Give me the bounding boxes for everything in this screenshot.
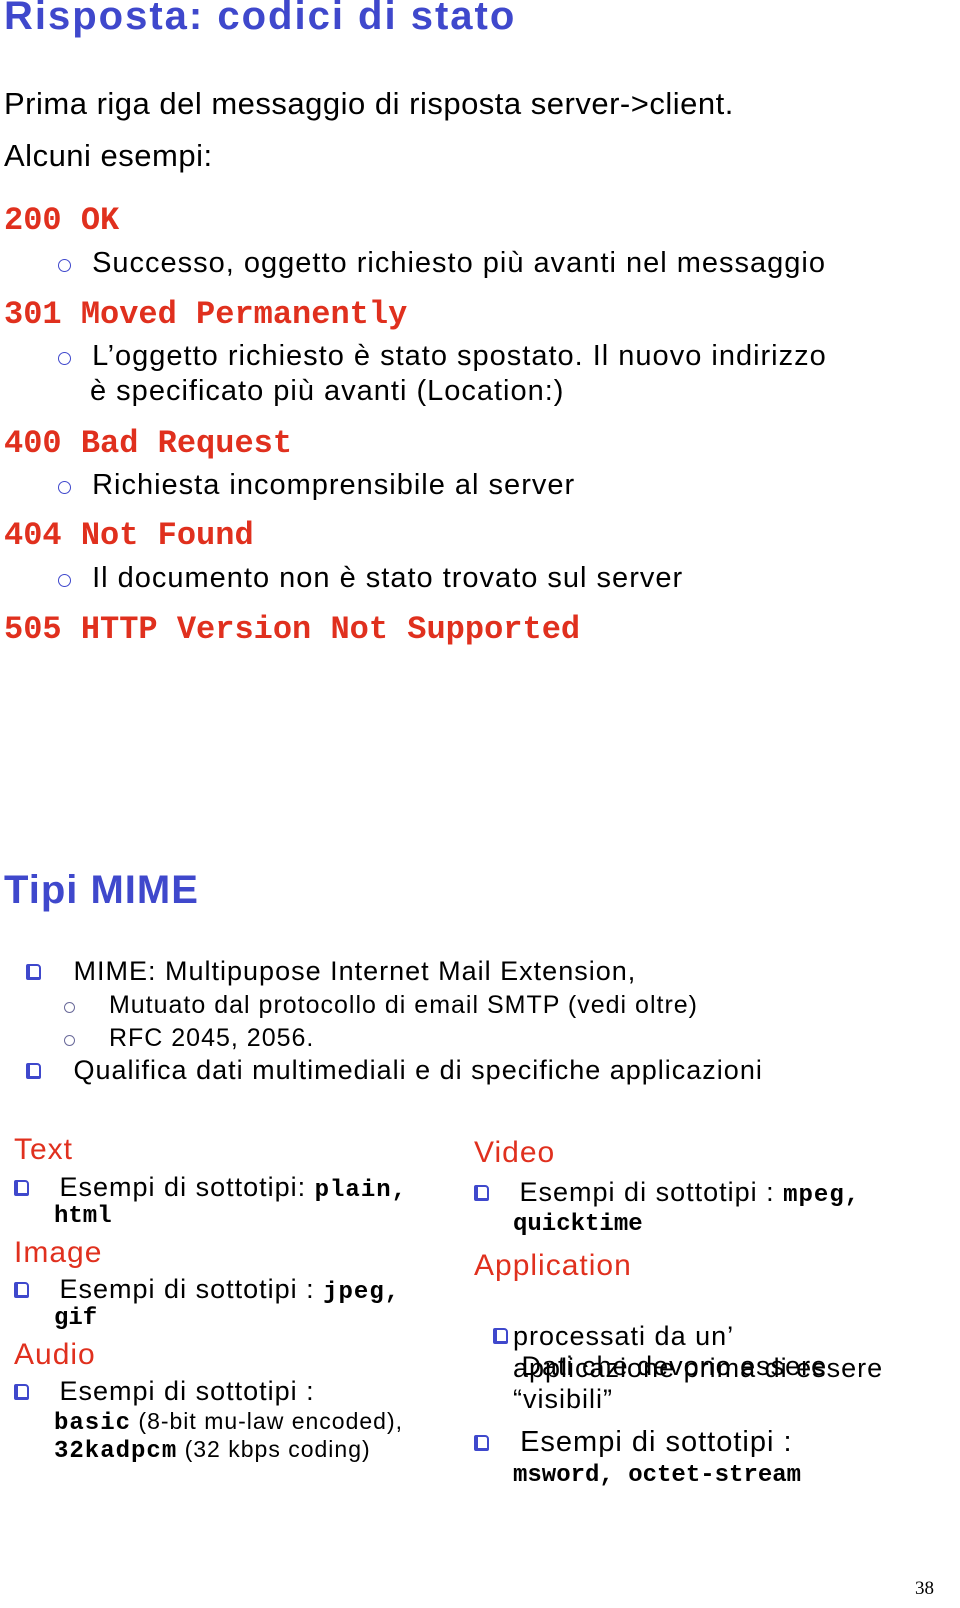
video-subtypes: Esempi di sottotipi : mpeg, xyxy=(474,1177,860,1209)
audio-subtypes-line2: basic (8-bit mu-law encoded), xyxy=(54,1408,404,1437)
text-subtypes: Esempi di sottotipi: plain, xyxy=(14,1172,407,1204)
category-text: Text xyxy=(14,1133,74,1166)
image-subtypes: Esempi di sottotipi : jpeg, xyxy=(14,1274,400,1306)
square-bullet-icon xyxy=(14,1180,29,1196)
application-desc-line3: applicazione prima di essere xyxy=(513,1353,884,1383)
square-bullet-icon xyxy=(14,1384,29,1400)
circle-bullet-icon xyxy=(58,352,71,365)
status-code-400: 400 Bad Request xyxy=(4,425,293,462)
circle-bullet-icon xyxy=(58,259,71,272)
status-desc-301-cont: è specificato più avanti (Location:) xyxy=(90,375,565,407)
circle-bullet-icon xyxy=(64,1002,75,1013)
application-desc-line4: “visibili” xyxy=(513,1384,613,1414)
application-subtypes: Esempi di sottotipi : xyxy=(474,1426,793,1459)
application-desc-line2: processati da un’ xyxy=(513,1321,735,1351)
mime-bullet-1: MIME: Multipupose Internet Mail Extensio… xyxy=(26,956,636,987)
intro-line-1: Prima riga del messaggio di risposta ser… xyxy=(4,86,734,121)
category-image: Image xyxy=(14,1236,103,1269)
square-bullet-icon xyxy=(493,1328,509,1344)
status-desc-200: Successo, oggetto richiesto più avanti n… xyxy=(58,247,826,280)
image-subtypes-cont: gif xyxy=(54,1305,98,1332)
square-bullet-icon xyxy=(26,964,41,980)
slide-title-status-codes: Risposta: codici di stato xyxy=(4,0,517,38)
text-subtypes-cont: html xyxy=(54,1203,112,1230)
status-desc-404: Il documento non è stato trovato sul ser… xyxy=(58,562,683,595)
square-bullet-icon xyxy=(474,1435,489,1451)
mime-bullet-2: Qualifica dati multimediali e di specifi… xyxy=(26,1055,763,1086)
status-code-301: 301 Moved Permanently xyxy=(4,296,408,333)
intro-line-2: Alcuni esempi: xyxy=(4,138,213,173)
status-code-200: 200 OK xyxy=(4,202,120,239)
audio-subtypes-line3: 32kadpcm (32 kbps coding) xyxy=(54,1436,371,1465)
status-desc-400: Richiesta incomprensibile al server xyxy=(58,469,575,502)
page-number: 38 xyxy=(915,1578,934,1599)
mime-sub-2: RFC 2045, 2056. xyxy=(64,1024,314,1053)
circle-bullet-icon xyxy=(64,1035,75,1046)
mime-sub-1: Mutuato dal protocollo di email SMTP (ve… xyxy=(64,991,698,1020)
circle-bullet-icon xyxy=(58,481,71,494)
status-code-505: 505 HTTP Version Not Supported xyxy=(4,611,581,648)
square-bullet-icon xyxy=(14,1282,29,1298)
square-bullet-icon xyxy=(474,1185,489,1201)
category-video: Video xyxy=(474,1136,556,1169)
square-bullet-icon xyxy=(26,1063,41,1079)
category-application: Application xyxy=(474,1249,632,1282)
video-subtypes-cont: quicktime xyxy=(513,1211,643,1238)
slide-title-mime: Tipi MIME xyxy=(4,868,199,912)
audio-subtypes: Esempi di sottotipi : xyxy=(14,1376,315,1407)
circle-bullet-icon xyxy=(58,574,71,587)
category-audio: Audio xyxy=(14,1338,96,1371)
application-subtypes-cont: msword, octet-stream xyxy=(513,1462,802,1489)
status-code-404: 404 Not Found xyxy=(4,517,254,554)
status-desc-301: L’oggetto richiesto è stato spostato. Il… xyxy=(58,340,827,373)
